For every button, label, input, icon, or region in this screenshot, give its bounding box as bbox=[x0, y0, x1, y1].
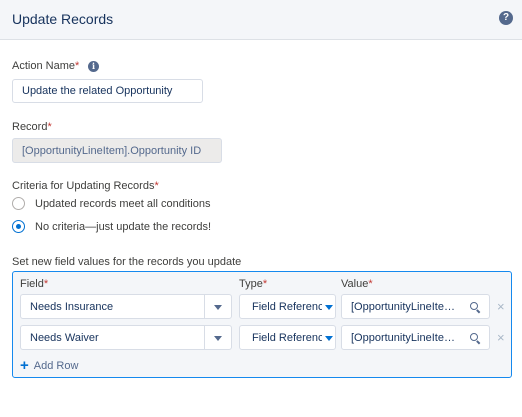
required-marker: * bbox=[43, 278, 49, 290]
field-values-section-label: Set new field values for the records you… bbox=[12, 256, 242, 268]
required-marker: * bbox=[47, 121, 52, 133]
value-lookup[interactable]: [OpportunityLineItem].Needs Waiver bbox=[341, 325, 490, 350]
field-column-header: Field* bbox=[20, 278, 48, 290]
criteria-label: Criteria for Updating Records* bbox=[12, 180, 159, 192]
chevron-down-icon[interactable] bbox=[214, 336, 222, 341]
type-select-value: Field Reference bbox=[252, 301, 322, 313]
field-picker-value: Needs Waiver bbox=[30, 332, 99, 344]
required-marker: * bbox=[154, 180, 159, 192]
required-marker: * bbox=[368, 278, 373, 290]
type-column-label: Type bbox=[239, 278, 263, 290]
page-title: Update Records bbox=[12, 11, 114, 27]
record-label-text: Record bbox=[12, 121, 48, 133]
criteria-option-conditions[interactable]: Updated records meet all conditions bbox=[12, 197, 210, 210]
field-picker-value: Needs Insurance bbox=[30, 301, 114, 313]
chevron-down-icon[interactable] bbox=[325, 305, 333, 310]
record-field: [OpportunityLineItem].Opportunity ID bbox=[12, 138, 222, 163]
divider bbox=[204, 295, 205, 318]
question-circle-icon[interactable]: ? bbox=[499, 11, 513, 25]
record-label: Record* bbox=[12, 121, 52, 133]
search-icon[interactable] bbox=[469, 332, 481, 344]
type-select[interactable]: Field Reference bbox=[239, 325, 336, 350]
search-icon[interactable] bbox=[469, 301, 481, 313]
type-select[interactable]: Field Reference bbox=[239, 294, 336, 319]
type-select-value: Field Reference bbox=[252, 332, 322, 344]
criteria-label-text: Criteria for Updating Records bbox=[12, 180, 155, 192]
divider bbox=[204, 326, 205, 349]
chevron-down-icon[interactable] bbox=[214, 305, 222, 310]
modal-header: Update Records ? bbox=[0, 0, 522, 40]
criteria-option-no-criteria[interactable]: No criteria—just update the records! bbox=[12, 220, 211, 233]
criteria-option-label: No criteria—just update the records! bbox=[35, 220, 212, 233]
action-name-label-text: Action Name bbox=[12, 60, 75, 72]
criteria-option-label: Updated records meet all conditions bbox=[35, 197, 211, 210]
add-row-label: Add Row bbox=[33, 360, 79, 372]
add-row-button[interactable]: + Add Row bbox=[20, 357, 79, 374]
field-picker[interactable]: Needs Waiver bbox=[20, 325, 232, 350]
info-icon[interactable]: i bbox=[88, 61, 99, 72]
add-icon: + bbox=[20, 357, 29, 374]
action-name-label: Action Name* bbox=[12, 60, 79, 72]
field-picker[interactable]: Needs Insurance bbox=[20, 294, 232, 319]
required-marker: * bbox=[262, 278, 268, 290]
value-lookup-value: [OpportunityLineItem].Needs Waiver bbox=[351, 332, 463, 344]
type-column-header: Type* bbox=[239, 278, 267, 290]
value-column-label: Value bbox=[341, 278, 369, 290]
value-column-header: Value* bbox=[341, 278, 373, 290]
action-name-input[interactable]: Update the related Opportunity bbox=[12, 79, 203, 103]
radio-button-unchecked[interactable] bbox=[12, 197, 25, 210]
remove-row-icon[interactable]: × bbox=[497, 331, 505, 344]
required-marker: * bbox=[74, 60, 80, 72]
remove-row-icon[interactable]: × bbox=[497, 300, 505, 313]
chevron-down-icon[interactable] bbox=[325, 336, 333, 341]
field-column-label: Field bbox=[20, 278, 44, 290]
radio-button-checked[interactable] bbox=[12, 220, 25, 233]
value-lookup[interactable]: [OpportunityLineItem].Needs Insurance bbox=[341, 294, 490, 319]
value-lookup-value: [OpportunityLineItem].Needs Insurance bbox=[351, 301, 463, 313]
